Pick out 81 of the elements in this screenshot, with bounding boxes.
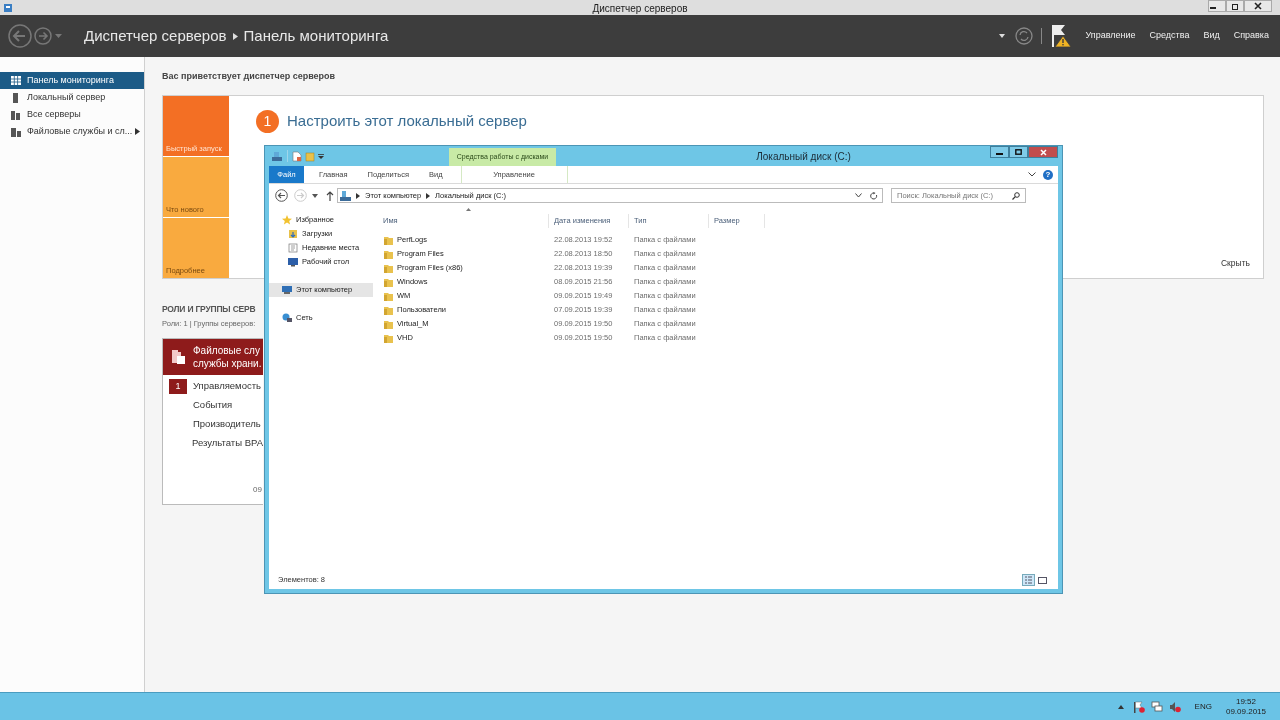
computer-icon	[282, 285, 292, 295]
properties-icon[interactable]	[292, 150, 302, 162]
sidebar-item[interactable]: Локальный сервер	[0, 89, 144, 106]
window-title: Локальный диск (C:)	[755, 150, 852, 164]
close-button[interactable]	[1244, 0, 1272, 12]
refresh-button[interactable]	[1015, 27, 1034, 45]
computer-icon	[340, 190, 351, 201]
refresh-button[interactable]	[870, 191, 878, 200]
chevron-icon	[232, 32, 238, 40]
sidebar-item[interactable]: Файловые службы и сл...	[0, 123, 144, 140]
sidebar-item[interactable]: Все серверы	[0, 106, 144, 123]
action-center-flag-icon[interactable]	[1132, 700, 1145, 713]
sidebar-item[interactable]: Панель мониторинга	[0, 72, 144, 89]
folder-icon	[384, 249, 393, 259]
downloads-icon	[288, 229, 298, 239]
timestamp: 09	[253, 484, 262, 496]
maximize-button[interactable]	[1009, 146, 1028, 158]
menu-item[interactable]: Вид	[1196, 29, 1227, 43]
menu-item[interactable]: Справка	[1226, 29, 1276, 43]
network-icon[interactable]	[1150, 700, 1163, 713]
step-number: 1	[256, 110, 279, 133]
role-title: службы храни.	[193, 357, 262, 370]
hide-link[interactable]: Скрыть	[1221, 257, 1250, 270]
breadcrumb-item[interactable]: Диспетчер серверов	[84, 24, 227, 48]
role-status-link[interactable]: Управляемость	[193, 379, 261, 394]
section-heading: РОЛИ И ГРУППЫ СЕРВ	[162, 303, 257, 316]
folder-icon	[384, 333, 393, 343]
app-icon	[3, 2, 13, 13]
folder-icon	[384, 235, 393, 245]
breadcrumb-item: Панель мониторинга	[243, 25, 389, 46]
desktop-icon	[288, 257, 298, 267]
forward-button[interactable]	[34, 27, 52, 45]
drive-icon	[271, 150, 283, 162]
folder-icon	[171, 349, 187, 365]
storage-icon	[11, 126, 21, 137]
window-title: Диспетчер серверов	[592, 3, 688, 14]
speaker-icon[interactable]	[1168, 700, 1181, 713]
help-button[interactable]: ?	[1043, 169, 1053, 180]
close-icon	[1039, 148, 1047, 156]
minimize-button[interactable]	[990, 146, 1009, 158]
role-status-link[interactable]: Производитель	[193, 417, 261, 432]
servers-icon	[11, 109, 21, 120]
recent-icon	[288, 243, 298, 253]
chevron-icon	[356, 192, 360, 199]
close-icon	[1254, 2, 1262, 10]
favorites-icon	[282, 215, 292, 225]
up-button[interactable]	[326, 190, 334, 201]
count-badge: 1	[169, 379, 187, 394]
recent-locations-caret-icon[interactable]	[312, 193, 318, 198]
folder-icon	[384, 277, 393, 287]
maximize-icon	[1015, 149, 1022, 155]
menu-item[interactable]: Средства	[1142, 29, 1197, 43]
folder-icon	[384, 305, 393, 315]
chevron-icon	[426, 192, 431, 199]
role-status-link[interactable]: Результаты BPA	[192, 436, 263, 451]
role-title: Файловые слу	[193, 344, 261, 357]
back-button[interactable]	[275, 189, 288, 202]
section-heading: Вас приветствует диспетчер серверов	[162, 70, 337, 82]
dashboard-icon	[11, 75, 21, 86]
input-language[interactable]: ENG	[1194, 700, 1212, 713]
role-card-header[interactable]: Файловые слу службы храни.	[163, 339, 263, 375]
restore-icon	[1231, 2, 1239, 10]
customize-toolbar-icon[interactable]	[318, 153, 324, 159]
folder-icon	[384, 263, 393, 273]
folder-icon	[384, 291, 393, 301]
role-status-link[interactable]: События	[193, 398, 233, 413]
notifications-flag-icon[interactable]	[1050, 23, 1073, 49]
menu-item[interactable]: Управление	[1078, 29, 1143, 43]
search-icon	[1012, 191, 1020, 200]
restore-button[interactable]	[1226, 0, 1244, 12]
dropdown-caret-icon[interactable]	[855, 193, 862, 198]
caret-icon[interactable]	[999, 34, 1006, 38]
minimize-button[interactable]	[1208, 0, 1226, 12]
expand-ribbon-icon[interactable]	[1028, 172, 1036, 177]
show-hidden-icons-button[interactable]	[1117, 704, 1124, 709]
server-icon	[11, 92, 21, 103]
sort-arrow-icon	[466, 208, 471, 211]
folder-icon	[384, 319, 393, 329]
network-icon	[282, 313, 292, 323]
step-title[interactable]: Настроить этот локальный сервер	[287, 110, 527, 133]
clock[interactable]: 19:52 09.09.2015	[1225, 696, 1266, 717]
